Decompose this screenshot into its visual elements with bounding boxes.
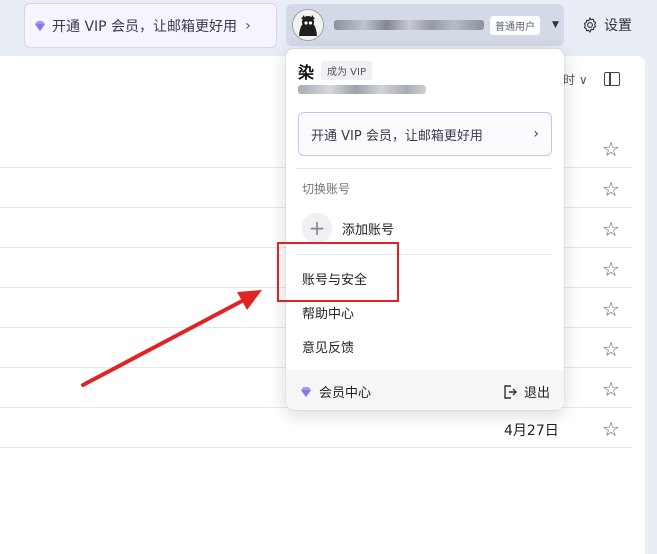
caret-down-icon: ▼ [552, 20, 559, 30]
logout-button[interactable]: 退出 [502, 382, 550, 401]
logout-label: 退出 [524, 386, 551, 401]
account-email-blurred [334, 20, 484, 30]
account-email-blurred [298, 85, 426, 94]
star-icon[interactable]: ☆ [602, 377, 620, 401]
layout-toggle-icon[interactable] [604, 72, 620, 86]
settings-label: 设置 [604, 18, 632, 34]
star-icon[interactable]: ☆ [602, 337, 620, 361]
switch-account-title: 切换账号 [302, 182, 351, 196]
logout-icon [504, 384, 517, 399]
add-account-button[interactable]: + 添加账号 [302, 213, 394, 243]
plus-icon: + [302, 213, 332, 243]
account-display-name: 染 [298, 63, 315, 82]
star-icon[interactable]: ☆ [602, 137, 620, 161]
account-menu-button[interactable]: 普通用户 ▼ [286, 4, 564, 46]
member-center-label: 会员中心 [319, 386, 372, 401]
diamond-icon [35, 20, 45, 31]
chevron-right-icon: › [245, 17, 251, 34]
chevron-right-icon: › [533, 126, 539, 142]
star-icon[interactable]: ☆ [602, 217, 620, 241]
gear-icon [583, 17, 597, 33]
member-center-button[interactable]: 会员中心 [299, 382, 371, 401]
vip-upgrade-text: 开通 VIP 会员，让邮箱更好用 [311, 128, 483, 144]
star-icon[interactable]: ☆ [602, 257, 620, 281]
divider [296, 168, 552, 169]
avatar-image-icon [293, 10, 323, 40]
avatar [292, 9, 324, 41]
vip-upgrade-button[interactable]: 开通 VIP 会员，让邮箱更好用 › [298, 112, 552, 156]
user-level-badge: 普通用户 [490, 15, 540, 35]
account-dropdown-menu: 染 成为 VIP 开通 VIP 会员，让邮箱更好用 › 切换账号 + 添加账号 … [286, 49, 564, 410]
table-row[interactable]: 4月27日 ☆ [0, 408, 632, 448]
star-icon[interactable]: ☆ [602, 177, 620, 201]
sort-label: 时 [563, 73, 576, 87]
annotation-highlight-box [277, 242, 399, 302]
dropdown-footer: 会员中心 退出 [286, 370, 564, 410]
star-icon[interactable]: ☆ [602, 417, 620, 441]
diamond-icon [301, 386, 311, 397]
mail-date: 4月27日 [504, 423, 559, 439]
become-vip-badge[interactable]: 成为 VIP [321, 61, 372, 80]
sort-dropdown[interactable]: 时 ∨ [563, 71, 588, 88]
add-account-label: 添加账号 [342, 222, 395, 238]
settings-button[interactable]: 设置 [581, 14, 632, 36]
menu-item-feedback[interactable]: 意见反馈 [302, 337, 354, 356]
menu-item-help-center[interactable]: 帮助中心 [302, 303, 354, 322]
vip-banner-text: 开通 VIP 会员，让邮箱更好用 [52, 18, 238, 35]
star-icon[interactable]: ☆ [602, 297, 620, 321]
vip-promo-banner[interactable]: 开通 VIP 会员，让邮箱更好用 › [24, 3, 277, 48]
